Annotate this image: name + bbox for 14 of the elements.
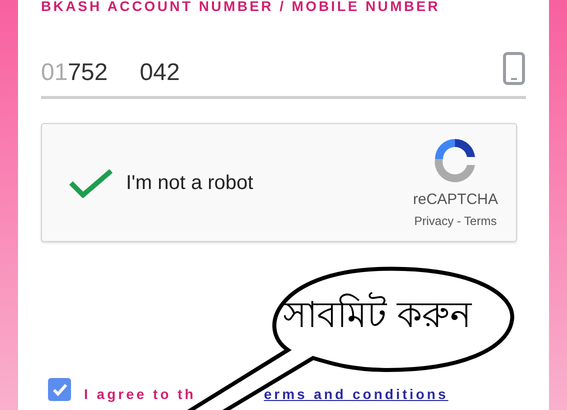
checkmark-icon: [68, 168, 114, 198]
field-label: BKASH ACCOUNT NUMBER / MOBILE NUMBER: [41, 0, 442, 16]
check-icon: [52, 384, 66, 396]
agreement-text: I agree to th: [84, 385, 196, 404]
field-value: 042: [140, 58, 180, 88]
recaptcha-links[interactable]: Privacy - Terms: [414, 212, 497, 230]
phone-field[interactable]: 01752 042: [41, 41, 526, 99]
recaptcha-brand: reCAPTCHA: [412, 190, 498, 210]
recaptcha-label: I'm not a robot: [126, 170, 254, 196]
terms-checkbox[interactable]: [48, 378, 71, 401]
field-value: 01752: [41, 58, 108, 88]
terms-link[interactable]: erms and conditions: [264, 384, 448, 405]
phone-icon: [503, 52, 525, 85]
speech-bubble-text: সাবমিট করুন: [283, 291, 472, 337]
